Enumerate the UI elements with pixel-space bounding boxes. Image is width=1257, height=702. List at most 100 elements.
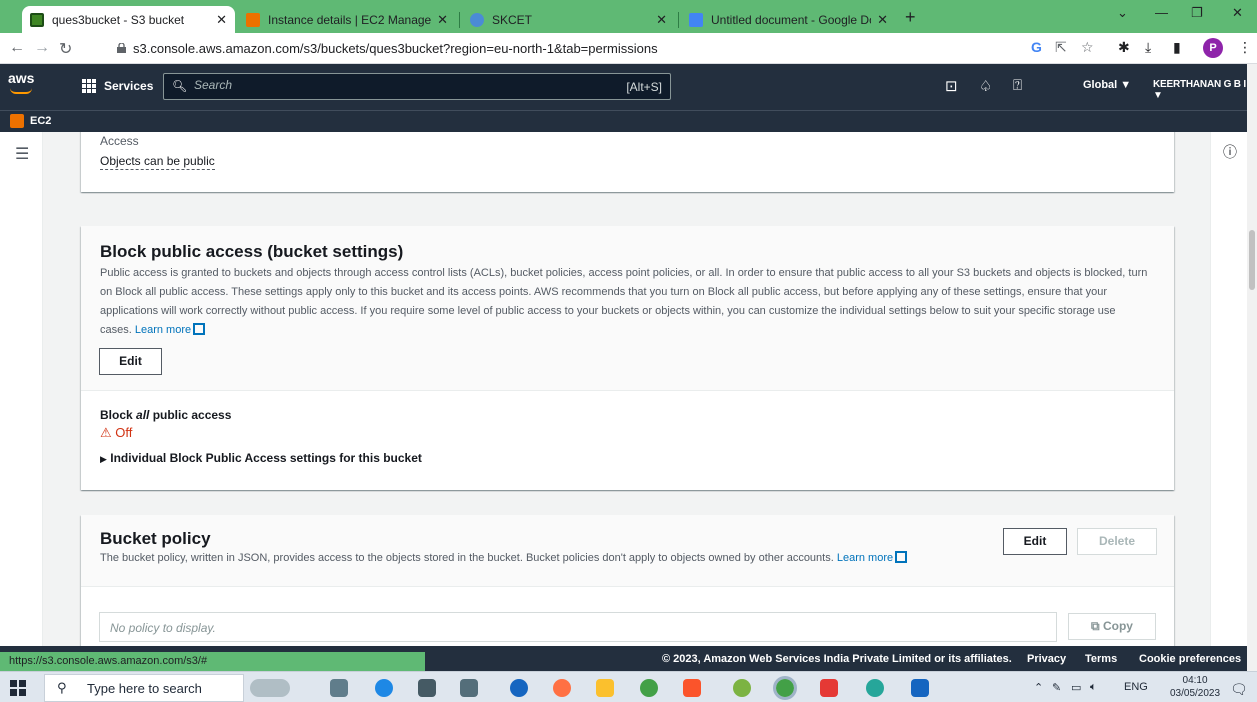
chrome-profile-icon[interactable] (773, 676, 797, 700)
block-all-prefix: Block (100, 408, 137, 422)
extensions-icon[interactable]: ✱ (1118, 39, 1130, 56)
individual-settings-label: Individual Block Public Access settings … (110, 451, 422, 465)
bucket-policy-description: The bucket policy, written in JSON, prov… (100, 549, 1000, 568)
close-tab-icon[interactable]: ✕ (877, 12, 888, 28)
bucket-overview-card: Access Objects can be public (81, 132, 1174, 192)
block-all-status: ⚠ Off (100, 425, 132, 441)
help-icon[interactable]: ⍰ (1013, 77, 1022, 94)
services-grid-icon[interactable] (82, 79, 96, 93)
taskbar-search-placeholder: Type here to search (87, 681, 202, 696)
new-tab-icon[interactable]: + (905, 7, 916, 28)
tab-title: Untitled document - Google Doc (711, 12, 872, 27)
language-indicator[interactable]: ENG (1124, 681, 1148, 693)
vertical-scrollbar[interactable] (1247, 64, 1257, 671)
word-icon[interactable] (911, 679, 929, 697)
external-link-icon (895, 551, 908, 563)
notifications-bell-icon[interactable]: ♤ (979, 77, 992, 95)
privacy-link[interactable]: Privacy (1027, 653, 1066, 665)
vivaldi-icon[interactable] (820, 679, 838, 697)
browser-tab-bar: ques3bucket - S3 bucket ✕ Instance detai… (0, 0, 1257, 33)
aws-top-nav: aws Services 🔍︎ [Alt+S] ⊡ ♤ ⍰ Global ▼ K… (0, 64, 1247, 110)
aws-logo[interactable]: aws (8, 70, 34, 94)
learn-more-link[interactable]: Learn more (837, 552, 893, 564)
windows-start-icon[interactable] (10, 680, 26, 696)
browser-tab-skcet[interactable]: SKCET ✕ (462, 6, 675, 33)
block-public-access-header: Block public access (bucket settings) Pu… (81, 226, 1174, 391)
close-window-icon[interactable]: ✕ (1232, 5, 1243, 21)
individual-settings-expander[interactable]: ▶ Individual Block Public Access setting… (100, 451, 422, 465)
block-public-access-description-text: Public access is granted to buckets and … (100, 267, 1148, 336)
tab-search-chevron-icon[interactable]: ⌄ (1117, 5, 1128, 21)
file-explorer-icon[interactable] (596, 679, 614, 697)
aws-footer: https://s3.console.aws.amazon.com/s3/# ©… (0, 646, 1247, 671)
notifications-icon[interactable]: 🗨︎ (1230, 681, 1248, 698)
pen-icon[interactable]: ✎ (1052, 681, 1061, 694)
tray-chevron-icon[interactable]: ⌃ (1034, 681, 1043, 694)
bucket-policy-description-text: The bucket policy, written in JSON, prov… (100, 552, 834, 564)
hamburger-menu-icon[interactable]: ☰ (15, 144, 29, 164)
bucket-policy-card: Bucket policy The bucket policy, written… (81, 515, 1174, 646)
bucket-policy-edit-button[interactable]: Edit (1003, 528, 1067, 555)
google-translate-icon[interactable]: G (1031, 39, 1042, 55)
block-all-status-value: Off (115, 425, 133, 440)
browser-toolbar: ← → ↻ s3.console.aws.amazon.com/s3/bucke… (0, 33, 1257, 64)
aws-smile-icon (10, 88, 32, 94)
koala-widget-icon[interactable] (250, 679, 290, 697)
browser-tab-ec2[interactable]: Instance details | EC2 Manageme ✕ (238, 6, 456, 33)
bookmark-star-icon[interactable]: ☆ (1081, 39, 1094, 56)
close-tab-icon[interactable]: ✕ (437, 12, 448, 28)
aws-search-box[interactable]: 🔍︎ [Alt+S] (163, 73, 671, 100)
ec2-shortcut-link[interactable]: EC2 (30, 115, 51, 127)
aws-search-input[interactable] (194, 78, 564, 92)
firefox-icon[interactable] (553, 679, 571, 697)
restore-icon[interactable]: ❐ (1191, 5, 1203, 21)
clock-date: 03/05/2023 (1170, 688, 1221, 699)
profile-avatar[interactable]: P (1203, 38, 1223, 58)
address-bar[interactable]: s3.console.aws.amazon.com/s3/buckets/que… (133, 41, 658, 56)
chrome-icon[interactable] (640, 679, 658, 697)
camera-icon[interactable] (418, 679, 436, 697)
network-icon[interactable]: ▭ (1071, 681, 1081, 694)
block-public-access-description: Public access is granted to buckets and … (100, 264, 1150, 340)
learn-more-link[interactable]: Learn more (135, 324, 191, 336)
info-icon[interactable]: ⓘ (1223, 142, 1237, 162)
store-icon[interactable] (460, 679, 478, 697)
ec2-tab-icon (246, 12, 260, 27)
copy-policy-button[interactable]: ⧉ Copy (1068, 613, 1156, 640)
edge-icon[interactable] (375, 679, 393, 697)
share-icon[interactable]: ⇱ (1055, 39, 1067, 56)
app-icon[interactable] (733, 679, 751, 697)
services-menu-button[interactable]: Services (104, 79, 153, 93)
cloudshell-icon[interactable]: ⊡ (945, 77, 958, 95)
right-help-rail: ⓘ (1210, 132, 1247, 646)
system-clock[interactable]: 04:10 03/05/2023 (1170, 674, 1220, 700)
reload-icon[interactable]: ↻ (59, 39, 72, 59)
region-selector[interactable]: Global ▼ (1083, 79, 1131, 91)
close-tab-icon[interactable]: ✕ (216, 12, 227, 28)
forward-icon[interactable]: → (34, 39, 50, 57)
internet-explorer-icon[interactable] (510, 679, 528, 697)
block-public-access-card: Block public access (bucket settings) Pu… (81, 226, 1174, 490)
bucket-policy-delete-button[interactable]: Delete (1077, 528, 1157, 555)
search-icon: 🔍︎ (172, 79, 188, 93)
brave-icon[interactable] (683, 679, 701, 697)
taskbar-search-box[interactable]: ⚲ Type here to search (44, 674, 244, 702)
cookie-preferences-link[interactable]: Cookie preferences (1139, 653, 1241, 665)
browser-tab-s3[interactable]: ques3bucket - S3 bucket ✕ (22, 6, 235, 33)
minimize-icon[interactable]: — (1155, 5, 1168, 20)
access-value[interactable]: Objects can be public (100, 154, 215, 170)
browser-tab-google-docs[interactable]: Untitled document - Google Doc ✕ (681, 6, 896, 33)
side-panel-icon[interactable]: ▮ (1173, 39, 1181, 56)
block-public-access-edit-button[interactable]: Edit (99, 348, 162, 375)
back-icon[interactable]: ← (9, 39, 25, 57)
close-tab-icon[interactable]: ✕ (656, 12, 667, 28)
task-view-icon[interactable] (330, 679, 348, 697)
volume-icon[interactable]: 🔈︎ (1090, 681, 1097, 694)
chrome-alt-icon[interactable] (866, 679, 884, 697)
warning-triangle-icon: ⚠ (100, 425, 112, 440)
browser-menu-icon[interactable]: ⋮ (1238, 39, 1252, 56)
terms-link[interactable]: Terms (1085, 653, 1117, 665)
scrollbar-thumb[interactable] (1249, 230, 1255, 290)
account-menu[interactable]: KEERTHANAN G B I ▼ (1153, 79, 1247, 101)
download-icon[interactable]: ⤓ (1145, 39, 1151, 56)
